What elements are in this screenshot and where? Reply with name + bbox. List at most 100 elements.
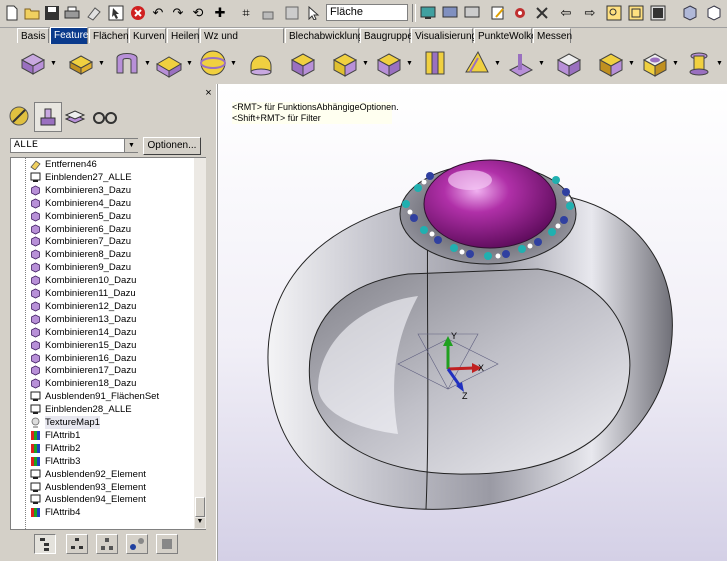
intersect-icon[interactable] bbox=[374, 48, 404, 78]
pattern-dropdown-icon[interactable]: ▼ bbox=[494, 60, 501, 67]
tab-baugruppe[interactable]: Baugruppe bbox=[360, 28, 413, 43]
sphere-icon[interactable] bbox=[198, 48, 228, 78]
cube-icon bbox=[30, 224, 41, 235]
axis-x-label: X bbox=[478, 363, 484, 373]
tab-feature[interactable]: Feature bbox=[50, 27, 88, 44]
sweep-icon[interactable] bbox=[112, 48, 142, 78]
back-arrow-icon[interactable]: ⇦ bbox=[556, 3, 576, 23]
layers-icon[interactable] bbox=[440, 3, 460, 23]
tree-scrollbar[interactable] bbox=[194, 158, 206, 529]
parts-view-icon[interactable] bbox=[126, 534, 148, 554]
tab-wz-formenbau[interactable]: Wz und Formenbau bbox=[200, 28, 284, 57]
revolve-dropdown-icon[interactable]: ▼ bbox=[98, 60, 105, 67]
tab-visualisierung[interactable]: Visualisierung bbox=[411, 28, 477, 43]
rib-icon[interactable] bbox=[506, 48, 536, 78]
assembly-view-icon[interactable] bbox=[96, 534, 118, 554]
subtract-dropdown-icon[interactable]: ▼ bbox=[362, 60, 369, 67]
hole-dropdown-icon[interactable]: ▼ bbox=[672, 60, 679, 67]
cube-icon bbox=[30, 353, 41, 364]
zoom-window-icon[interactable] bbox=[626, 3, 646, 23]
history-tab-icon[interactable] bbox=[34, 102, 62, 132]
save-icon[interactable] bbox=[42, 3, 62, 23]
forward-arrow-icon[interactable]: ⇨ bbox=[580, 3, 600, 23]
options-button[interactable]: Optionen... bbox=[143, 137, 201, 155]
rotate-view-icon[interactable]: ⟲ bbox=[188, 3, 208, 23]
dome-icon[interactable] bbox=[246, 48, 276, 78]
hole-icon[interactable] bbox=[640, 48, 670, 78]
cursor-icon[interactable] bbox=[304, 3, 324, 23]
zoom-icon[interactable] bbox=[604, 3, 624, 23]
eraser-icon[interactable] bbox=[84, 3, 104, 23]
panel-close-button[interactable]: × bbox=[203, 88, 214, 99]
split-icon[interactable] bbox=[420, 48, 450, 78]
sweep-dropdown-icon[interactable]: ▼ bbox=[144, 60, 151, 67]
help-cursor-icon[interactable] bbox=[106, 3, 126, 23]
draft-icon[interactable] bbox=[596, 48, 626, 78]
rib-dropdown-icon[interactable]: ▼ bbox=[538, 60, 545, 67]
tree-item-label: Kombinieren3_Dazu bbox=[45, 184, 132, 196]
redo-icon[interactable]: ↷ bbox=[168, 3, 188, 23]
texture-icon bbox=[30, 417, 41, 428]
lock-icon[interactable] bbox=[258, 3, 278, 23]
combine-icon[interactable] bbox=[288, 48, 318, 78]
hierarchy-view-icon[interactable] bbox=[66, 534, 88, 554]
blank-view-icon[interactable] bbox=[156, 534, 178, 554]
display-icon[interactable] bbox=[462, 3, 482, 23]
extrude-icon[interactable] bbox=[18, 48, 48, 78]
cube-icon[interactable] bbox=[680, 3, 700, 23]
new-file-icon[interactable] bbox=[2, 3, 22, 23]
shell-icon[interactable] bbox=[554, 48, 584, 78]
attribute-icon bbox=[30, 507, 41, 518]
extrude-dropdown-icon[interactable]: ▼ bbox=[50, 60, 57, 67]
surface-type-combo[interactable]: Fläche bbox=[326, 4, 408, 21]
fit-icon[interactable] bbox=[648, 3, 668, 23]
display-tab-icon[interactable] bbox=[92, 102, 118, 130]
monitor-icon[interactable] bbox=[418, 3, 438, 23]
tab-flaechen[interactable]: Flächen bbox=[89, 28, 129, 43]
grid-icon[interactable] bbox=[282, 3, 302, 23]
tree-item-label: Einblenden28_ALLE bbox=[45, 404, 132, 416]
draft-dropdown-icon[interactable]: ▼ bbox=[628, 60, 635, 67]
cancel-icon[interactable] bbox=[128, 3, 148, 23]
tree-item-label: Kombinieren12_Dazu bbox=[45, 300, 137, 312]
filter-combo[interactable]: ALLE bbox=[10, 138, 138, 153]
thread-icon[interactable] bbox=[684, 48, 714, 78]
tab-basis[interactable]: Basis bbox=[17, 28, 49, 43]
tools-tab-icon[interactable] bbox=[6, 102, 32, 130]
cube-icon bbox=[30, 198, 41, 209]
snap-icon[interactable]: ✚ bbox=[210, 3, 230, 23]
select-icon[interactable]: ⌗ bbox=[236, 3, 256, 23]
open-folder-icon[interactable] bbox=[22, 3, 42, 23]
tab-heilen[interactable]: Heilen bbox=[167, 28, 199, 43]
subtract-icon[interactable] bbox=[330, 48, 360, 78]
loft-dropdown-icon[interactable]: ▼ bbox=[186, 60, 193, 67]
filter-dropdown-icon[interactable]: ▼ bbox=[124, 139, 138, 152]
tree-item-label: FlAttrib4 bbox=[45, 507, 81, 519]
view-cube-icon[interactable] bbox=[704, 3, 724, 23]
scroll-down-icon[interactable]: ▼ bbox=[195, 518, 205, 528]
tools-icon[interactable] bbox=[510, 3, 530, 23]
tab-blechabwicklung[interactable]: Blechabwicklung bbox=[285, 28, 364, 43]
sphere-dropdown-icon[interactable]: ▼ bbox=[230, 60, 237, 67]
print-icon[interactable] bbox=[62, 3, 82, 23]
tab-kurven[interactable]: Kurven bbox=[129, 28, 166, 43]
loft-icon[interactable] bbox=[154, 48, 184, 78]
close-x-icon[interactable] bbox=[532, 3, 552, 23]
monitor-icon bbox=[30, 494, 41, 505]
tree-item-label: Kombinieren4_Dazu bbox=[45, 197, 132, 209]
layers-tab-icon[interactable] bbox=[62, 102, 88, 130]
tree-item-label: Kombinieren16_Dazu bbox=[45, 352, 137, 364]
3d-viewport[interactable]: Y X Z bbox=[218, 84, 727, 561]
tree-view-icon[interactable] bbox=[34, 534, 56, 554]
tab-punktewolke[interactable]: PunkteWolke bbox=[474, 28, 537, 43]
tree-scroll-thumb[interactable] bbox=[195, 497, 205, 517]
thread-dropdown-icon[interactable]: ▼ bbox=[716, 60, 723, 67]
intersect-dropdown-icon[interactable]: ▼ bbox=[406, 60, 413, 67]
cube-icon bbox=[30, 314, 41, 325]
undo-icon[interactable]: ↶ bbox=[148, 3, 168, 23]
edit-icon[interactable] bbox=[488, 3, 508, 23]
ring-model: Y X Z bbox=[267, 159, 673, 510]
tab-messen[interactable]: Messen bbox=[533, 28, 572, 43]
pattern-icon[interactable] bbox=[462, 48, 492, 78]
revolve-icon[interactable] bbox=[66, 48, 96, 78]
